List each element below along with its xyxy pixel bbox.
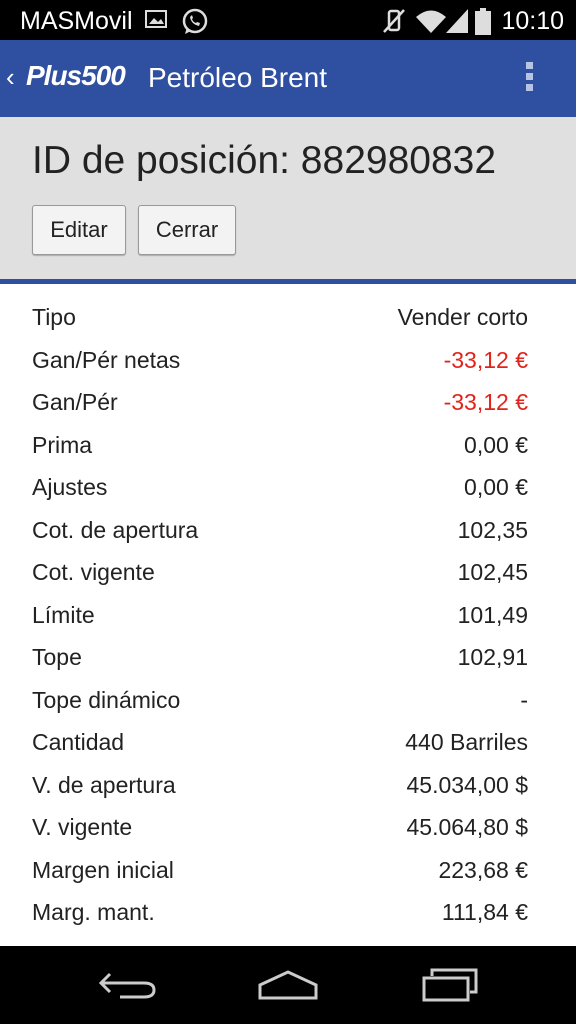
detail-row-prima: Prima 0,00 € — [0, 424, 576, 467]
detail-value: 102,35 — [457, 516, 528, 543]
detail-row-tipo: Tipo Vender corto — [0, 296, 576, 339]
navigation-bar — [0, 946, 576, 1024]
detail-value: 45.034,00 $ — [406, 771, 528, 798]
recents-icon[interactable] — [420, 968, 478, 1004]
detail-label: Tope — [32, 644, 82, 670]
overflow-menu-icon[interactable] — [522, 60, 536, 100]
detail-row-cantidad: Cantidad 440 Barriles — [0, 721, 576, 764]
detail-row-v-apertura: V. de apertura 45.034,00 $ — [0, 764, 576, 807]
detail-row-tope-dinamico: Tope dinámico - — [0, 679, 576, 722]
detail-value: 0,00 € — [464, 431, 528, 458]
detail-value: 0,00 € — [464, 474, 528, 500]
detail-row-limite: Límite 101,49 — [0, 594, 576, 637]
mute-vibrate-icon — [383, 9, 405, 33]
close-position-button[interactable]: Cerrar — [138, 205, 236, 255]
clock: 10:10 — [501, 7, 564, 35]
detail-label: Tope dinámico — [32, 686, 181, 713]
detail-value: -33,12 € — [443, 346, 528, 373]
detail-row-cot-vigente: Cot. vigente 102,45 — [0, 551, 576, 594]
detail-label: Cantidad — [32, 729, 125, 755]
detail-value: - — [520, 686, 528, 713]
position-id: ID de posición: 882980832 — [32, 139, 497, 182]
detail-label: Cot. de apertura — [32, 516, 199, 543]
detail-row-gan-per-netas: Gan/Pér netas -33,12 € — [0, 339, 576, 382]
detail-label: Margen inicial — [32, 856, 174, 883]
back-icon[interactable] — [98, 968, 158, 1002]
edit-button[interactable]: Editar — [32, 205, 126, 255]
detail-value: 440 Barriles — [405, 729, 528, 755]
detail-row-gan-per: Gan/Pér -33,12 € — [0, 381, 576, 424]
signal-icon — [446, 9, 468, 33]
status-bar: MASMovil 10:10 — [0, 0, 576, 40]
detail-label: Gan/Pér netas — [32, 346, 181, 373]
detail-value: 102,45 — [457, 559, 528, 585]
app-logo[interactable]: Plus500 — [26, 60, 126, 92]
image-icon — [145, 10, 167, 28]
position-details: Tipo Vender corto Gan/Pér netas -33,12 € G… — [0, 296, 576, 934]
detail-row-marg-mant: Marg. mant. 111,84 € — [0, 891, 576, 934]
detail-label: Cot. vigente — [32, 559, 155, 585]
whatsapp-icon — [182, 8, 208, 34]
detail-value: 45.064,80 $ — [406, 814, 528, 840]
instrument-title: Petróleo Brent — [148, 62, 327, 93]
up-chevron-icon[interactable]: ‹ — [6, 62, 15, 93]
detail-row-tope: Tope 102,91 — [0, 636, 576, 679]
detail-row-cot-apertura: Cot. de apertura 102,35 — [0, 509, 576, 552]
carrier-name: MASMovil — [20, 7, 133, 35]
detail-label: Prima — [32, 431, 93, 458]
detail-label: V. vigente — [32, 814, 133, 840]
detail-label: Ajustes — [32, 474, 108, 500]
detail-row-margen-inicial: Margen inicial 223,68 € — [0, 849, 576, 892]
detail-label: V. de apertura — [32, 771, 176, 798]
wifi-icon — [416, 10, 446, 33]
detail-label: Tipo — [32, 304, 76, 330]
action-bar: ‹ Plus500 Petróleo Brent — [0, 40, 576, 117]
detail-value: Vender corto — [397, 304, 528, 330]
detail-label: Marg. mant. — [32, 899, 155, 925]
detail-value: -33,12 € — [443, 389, 528, 415]
detail-label: Límite — [32, 601, 95, 628]
battery-icon — [475, 8, 491, 35]
detail-value: 102,91 — [457, 644, 528, 670]
detail-label: Gan/Pér — [32, 389, 118, 415]
detail-row-ajustes: Ajustes 0,00 € — [0, 466, 576, 509]
detail-value: 101,49 — [457, 601, 528, 628]
detail-value: 223,68 € — [438, 856, 528, 883]
detail-row-v-vigente: V. vigente 45.064,80 $ — [0, 806, 576, 849]
home-icon[interactable] — [256, 968, 320, 1002]
detail-value: 111,84 € — [441, 899, 528, 925]
position-header: ID de posición: 882980832 Editar Cerrar — [0, 117, 576, 284]
